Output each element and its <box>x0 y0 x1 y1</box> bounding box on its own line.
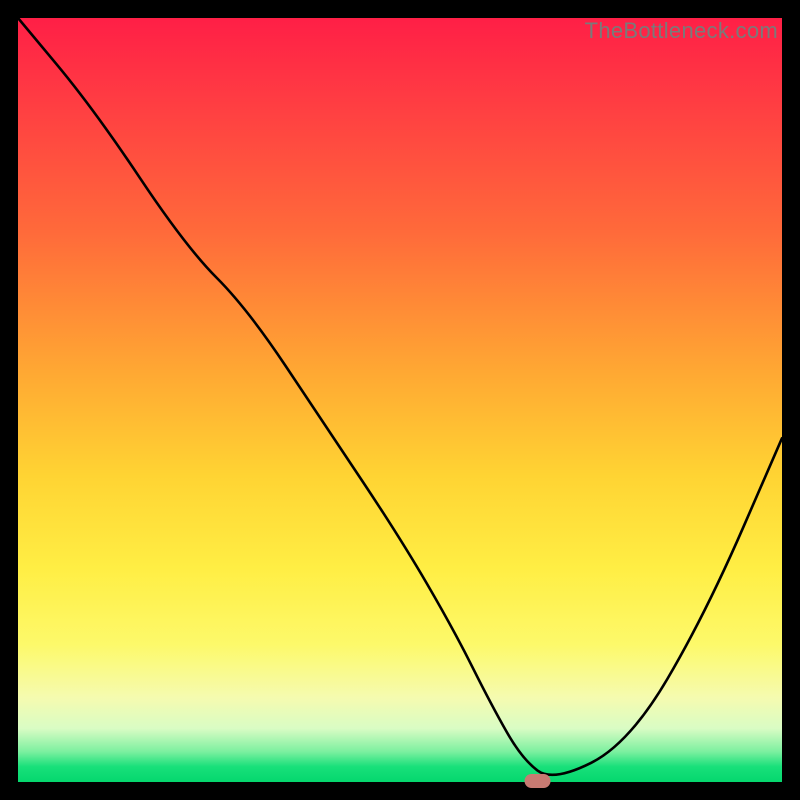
optimal-marker <box>525 774 551 788</box>
bottleneck-curve <box>18 18 782 782</box>
chart-frame: TheBottleneck.com <box>0 0 800 800</box>
plot-area: TheBottleneck.com <box>18 18 782 782</box>
curve-path <box>18 18 782 775</box>
